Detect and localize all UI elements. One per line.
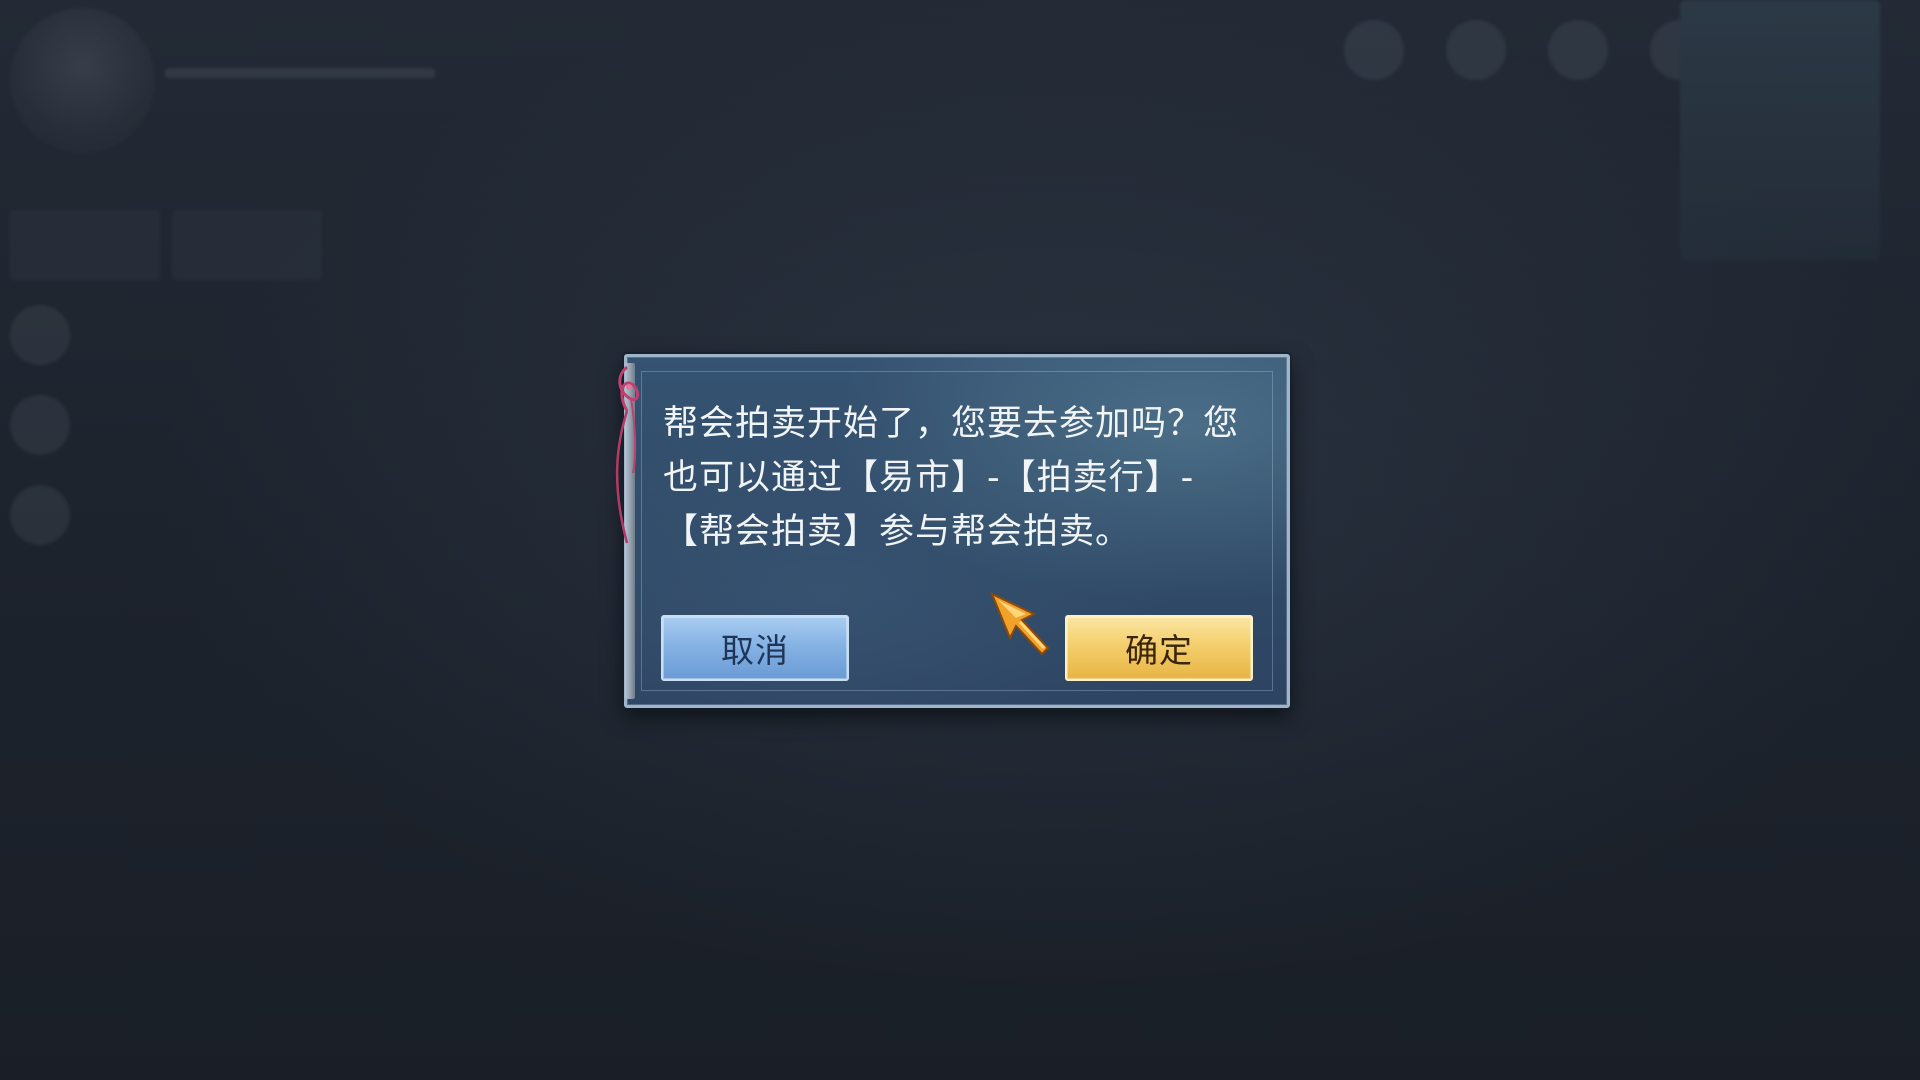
side-panel-tabs: [10, 210, 322, 280]
game-screen: 帮会拍卖开始了，您要去参加吗？您也可以通过【易市】-【拍卖行】-【帮会拍卖】参与…: [0, 0, 1920, 1080]
guild-auction-dialog: 帮会拍卖开始了，您要去参加吗？您也可以通过【易市】-【拍卖行】-【帮会拍卖】参与…: [615, 354, 1290, 708]
top-menu-item: [1334, 20, 1414, 86]
avatar: [10, 305, 70, 365]
avatar: [10, 485, 70, 545]
list-item: [10, 290, 330, 380]
cancel-button[interactable]: 取消: [661, 615, 849, 681]
player-hp-bar: [165, 68, 435, 78]
confirm-button[interactable]: 确定: [1065, 615, 1253, 681]
top-menu-icons: [1334, 20, 1720, 86]
avatar: [10, 395, 70, 455]
menu-icon: [1344, 20, 1404, 80]
player-avatar: [10, 8, 155, 153]
list-item: [10, 380, 330, 470]
top-menu-item: [1436, 20, 1516, 86]
dialog-message: 帮会拍卖开始了，您要去参加吗？您也可以通过【易市】-【拍卖行】-【帮会拍卖】参与…: [663, 404, 1240, 552]
side-tab: [10, 210, 160, 280]
minimap: [1680, 0, 1880, 260]
menu-icon: [1548, 20, 1608, 80]
team-list: [10, 290, 330, 560]
top-menu-item: [1538, 20, 1618, 86]
list-item: [10, 470, 330, 560]
dialog-spine: [625, 363, 635, 699]
side-tab: [172, 210, 322, 280]
menu-icon: [1446, 20, 1506, 80]
